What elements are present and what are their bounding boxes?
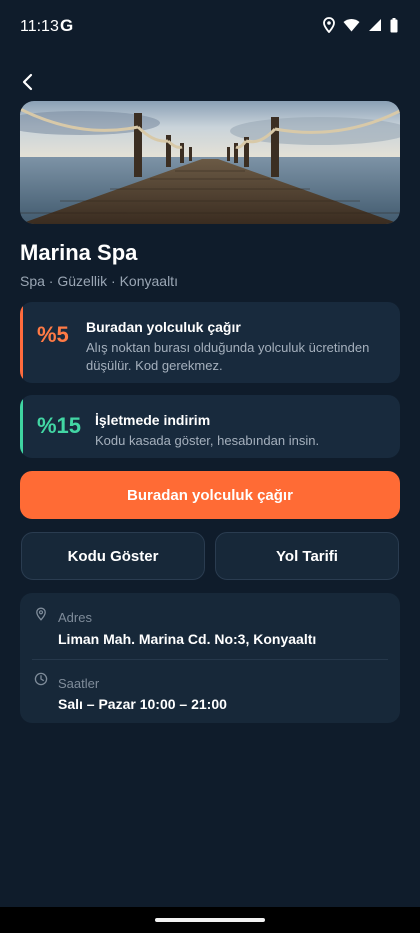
home-indicator[interactable] [155, 918, 265, 922]
clock-icon [34, 672, 48, 686]
offer-accent-bar [20, 395, 23, 458]
back-button[interactable] [12, 66, 44, 98]
ride-offer-card[interactable]: %5 Buradan yolculuk çağır Alış noktan bu… [20, 302, 400, 383]
offer-description: Alış noktan burası olduğunda yolculuk üc… [86, 340, 370, 373]
hours-row: Saatler Salı – Pazar 10:00 – 21:00 [20, 659, 400, 723]
address-label: Adres [58, 610, 92, 625]
store-discount-card[interactable]: %15 İşletmede indirim Kodu kasada göster… [20, 395, 400, 458]
info-card: Adres Liman Mah. Marina Cd. No:3, Konyaa… [20, 593, 400, 723]
offer-title: İşletmede indirim [95, 412, 211, 428]
hours-value: Salı – Pazar 10:00 – 21:00 [58, 696, 227, 712]
hero-image [20, 101, 400, 224]
offer-percent: %5 [37, 322, 69, 347]
offer-accent-bar [20, 302, 23, 383]
location-icon [323, 17, 335, 33]
status-bar: 11:13 G [0, 0, 420, 56]
offer-description: Kodu kasada göster, hesabından insin. [95, 433, 320, 448]
google-icon: G [60, 16, 74, 35]
battery-icon [390, 17, 398, 32]
signal-icon [369, 19, 381, 31]
address-value: Liman Mah. Marina Cd. No:3, Konyaaltı [58, 631, 317, 647]
place-title: Marina Spa [20, 240, 138, 265]
call-ride-button[interactable]: Buradan yolculuk çağır [20, 471, 400, 519]
pier-illustration [20, 101, 400, 224]
directions-button[interactable]: Yol Tarifi [215, 532, 399, 580]
location-pin-icon [36, 607, 46, 621]
show-code-button[interactable]: Kodu Göster [21, 532, 205, 580]
hours-label: Saatler [58, 676, 100, 691]
back-arrow-icon [22, 73, 33, 91]
offer-title: Buradan yolculuk çağır [86, 319, 241, 335]
place-meta: Spa · Güzellik · Konyaaltı [20, 273, 178, 289]
wifi-icon [343, 19, 360, 32]
screen: 11:13 G Marina Spa Spa · Güzellik · Kony… [0, 0, 420, 933]
status-icons [323, 17, 398, 33]
status-time: 11:13 [20, 18, 59, 35]
navigation-bar [0, 907, 420, 933]
offer-percent: %15 [37, 413, 82, 438]
address-row[interactable]: Adres Liman Mah. Marina Cd. No:3, Konyaa… [20, 593, 400, 659]
